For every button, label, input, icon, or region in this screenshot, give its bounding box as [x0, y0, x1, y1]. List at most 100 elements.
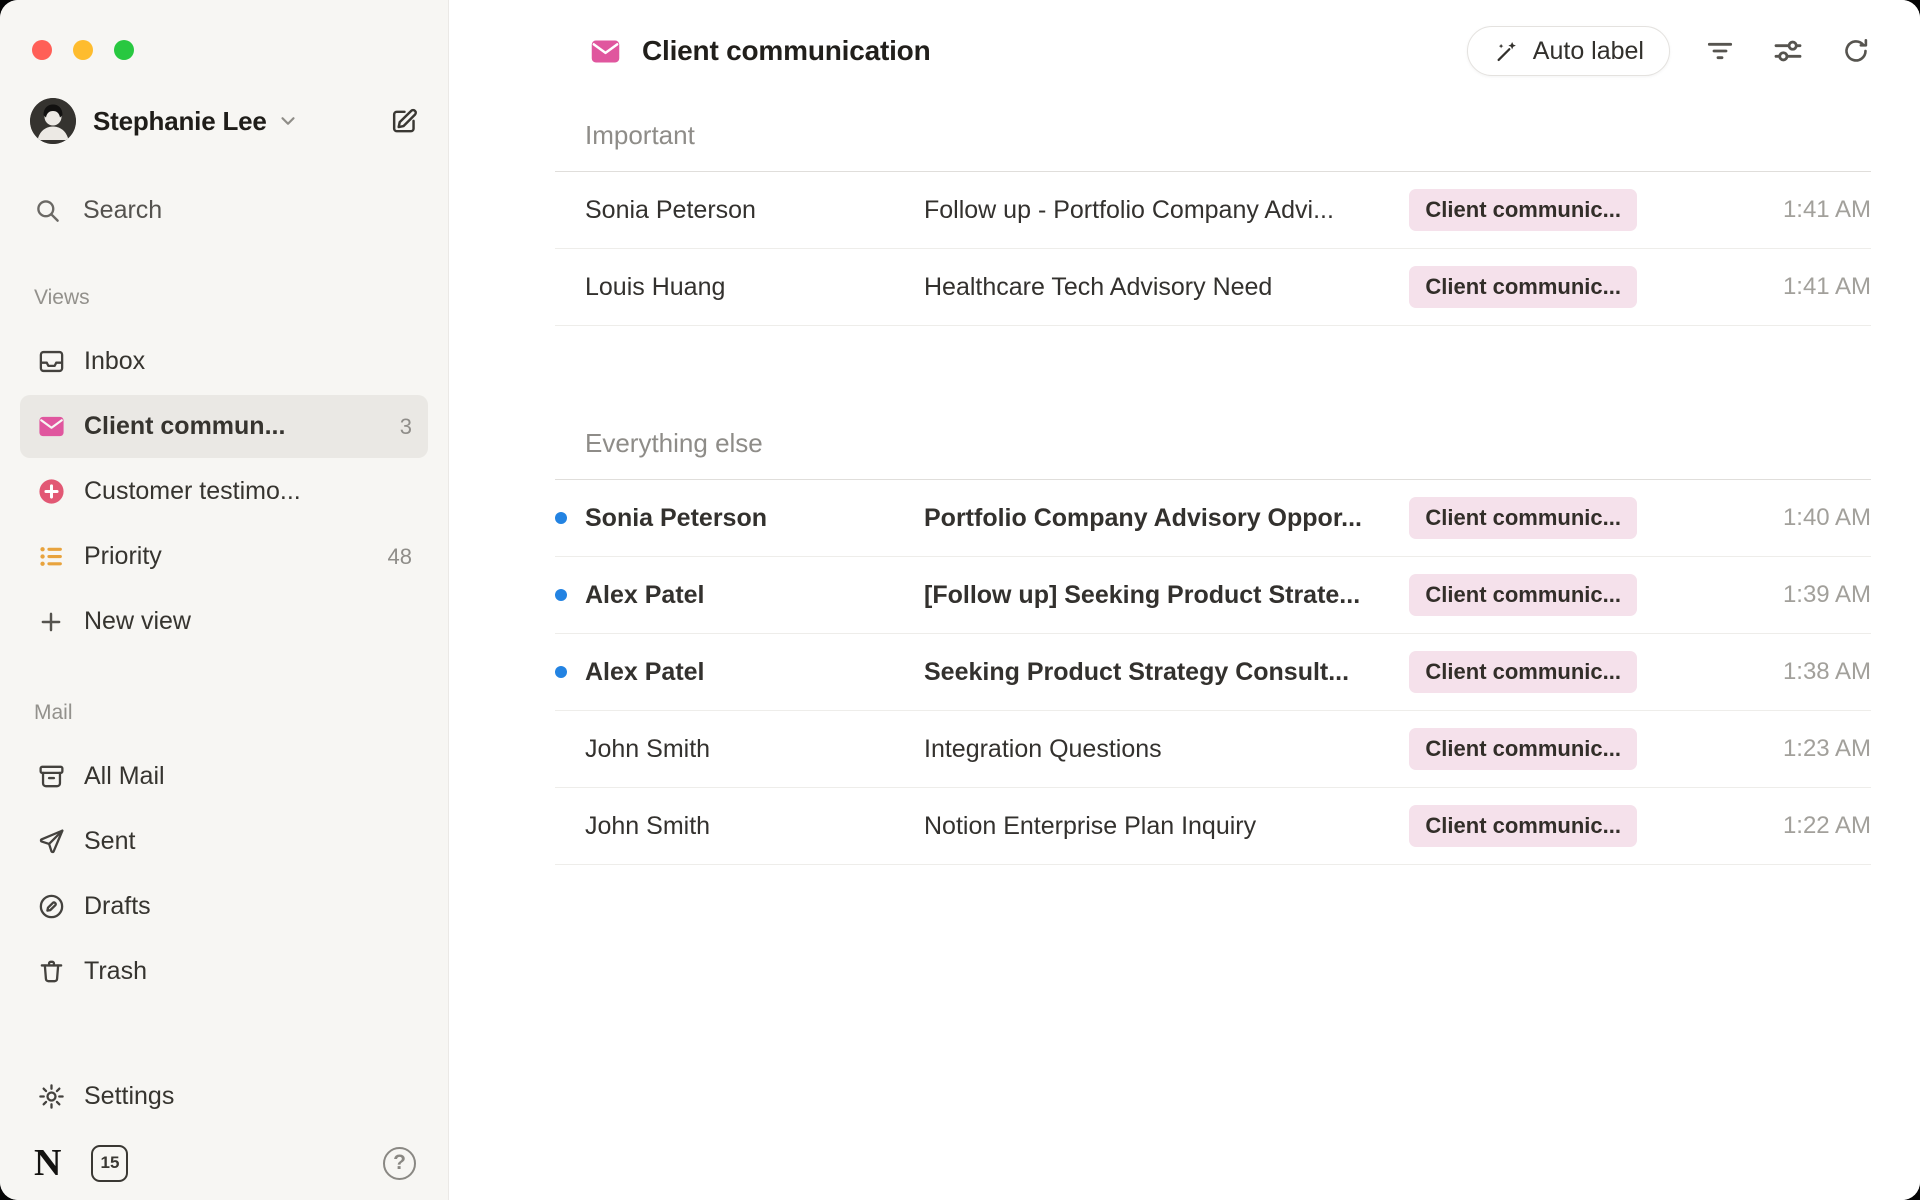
- unread-count-badge: 3: [400, 414, 412, 440]
- view-header: Client communication Auto label: [449, 0, 1920, 76]
- group-everything-else: Everything else Sonia Peterson Portfolio…: [555, 428, 1871, 865]
- email-label-badge[interactable]: Client communic...: [1409, 266, 1637, 308]
- views-nav: Inbox Client commun... 3: [20, 330, 428, 655]
- account-switcher[interactable]: Stephanie Lee: [20, 98, 428, 144]
- sidebar-item-label: Sent: [84, 827, 135, 856]
- email-row[interactable]: Sonia Peterson Follow up - Portfolio Com…: [555, 172, 1871, 249]
- mail-label-icon: [589, 35, 622, 68]
- sidebar-item-trash[interactable]: Trash: [20, 940, 428, 1003]
- sidebar-footer: N 15 ?: [20, 1144, 428, 1200]
- auto-label-button[interactable]: Auto label: [1467, 26, 1670, 76]
- sidebar-item-drafts[interactable]: Drafts: [20, 875, 428, 938]
- email-sender: Sonia Peterson: [585, 504, 924, 533]
- zoom-window-button[interactable]: [114, 40, 134, 60]
- drafts-icon: [36, 892, 66, 922]
- customer-icon: [36, 477, 66, 507]
- header-actions: Auto label: [1467, 26, 1874, 76]
- unread-dot: [555, 589, 567, 601]
- sidebar-item-new-view[interactable]: New view: [20, 590, 428, 653]
- email-label-badge[interactable]: Client communic...: [1409, 189, 1637, 231]
- email-row[interactable]: Louis Huang Healthcare Tech Advisory Nee…: [555, 249, 1871, 326]
- email-time: 1:41 AM: [1665, 196, 1871, 224]
- unread-dot: [555, 512, 567, 524]
- email-label-badge[interactable]: Client communic...: [1409, 497, 1637, 539]
- sidebar-item-all-mail[interactable]: All Mail: [20, 745, 428, 808]
- email-row[interactable]: Alex Patel Seeking Product Strategy Cons…: [555, 634, 1871, 711]
- user-name: Stephanie Lee: [93, 106, 267, 137]
- refresh-button[interactable]: [1838, 33, 1874, 69]
- sidebar-item-label: Trash: [84, 957, 147, 986]
- minimize-window-button[interactable]: [73, 40, 93, 60]
- email-label-badge[interactable]: Client communic...: [1409, 805, 1637, 847]
- group-label: Important: [555, 120, 1871, 151]
- email-subject: [Follow up] Seeking Product Strate...: [924, 581, 1409, 610]
- sidebar-item-sent[interactable]: Sent: [20, 810, 428, 873]
- email-subject: Follow up - Portfolio Company Advi...: [924, 196, 1409, 225]
- email-label-badge[interactable]: Client communic...: [1409, 728, 1637, 770]
- all-mail-icon: [36, 762, 66, 792]
- sidebar-item-label: Inbox: [84, 347, 145, 376]
- email-subject: Integration Questions: [924, 735, 1409, 764]
- view-title-group: Client communication: [589, 35, 930, 68]
- views-section-label: Views: [20, 286, 428, 310]
- email-sender: John Smith: [585, 812, 924, 841]
- email-time: 1:38 AM: [1665, 658, 1871, 686]
- email-time: 1:23 AM: [1665, 735, 1871, 763]
- main-content: Client communication Auto label: [449, 0, 1920, 1200]
- help-icon[interactable]: ?: [383, 1147, 416, 1180]
- search-label: Search: [83, 196, 162, 225]
- email-sender: Sonia Peterson: [585, 196, 924, 225]
- email-time: 1:40 AM: [1665, 504, 1871, 532]
- email-row[interactable]: John Smith Integration Questions Client …: [555, 711, 1871, 788]
- plus-icon: [36, 607, 66, 637]
- mail-section-label: Mail: [20, 701, 428, 725]
- sidebar-item-inbox[interactable]: Inbox: [20, 330, 428, 393]
- gear-icon: [36, 1082, 66, 1112]
- sidebar-item-customer-testimonials[interactable]: Customer testimo...: [20, 460, 428, 523]
- sidebar-item-priority[interactable]: Priority 48: [20, 525, 428, 588]
- email-label-badge[interactable]: Client communic...: [1409, 651, 1637, 693]
- email-list: Important Sonia Peterson Follow up - Por…: [449, 76, 1920, 865]
- priority-icon: [36, 542, 66, 572]
- close-window-button[interactable]: [32, 40, 52, 60]
- email-row[interactable]: Sonia Peterson Portfolio Company Advisor…: [555, 480, 1871, 557]
- email-label-badge[interactable]: Client communic...: [1409, 574, 1637, 616]
- email-subject: Healthcare Tech Advisory Need: [924, 273, 1409, 302]
- search-icon: [34, 197, 61, 224]
- app-window: Stephanie Lee Search Views: [0, 0, 1920, 1200]
- sidebar-item-client-communication[interactable]: Client commun... 3: [20, 395, 428, 458]
- email-subject: Seeking Product Strategy Consult...: [924, 658, 1409, 687]
- filter-icon: [1704, 35, 1736, 67]
- email-row[interactable]: Alex Patel [Follow up] Seeking Product S…: [555, 557, 1871, 634]
- window-controls: [20, 0, 428, 60]
- notion-logo-icon[interactable]: N: [34, 1144, 61, 1182]
- email-time: 1:22 AM: [1665, 812, 1871, 840]
- group-label: Everything else: [555, 428, 1871, 459]
- email-sender: John Smith: [585, 735, 924, 764]
- sidebar-item-label: Client commun...: [84, 412, 285, 441]
- sidebar-item-label: Drafts: [84, 892, 151, 921]
- compose-button[interactable]: [389, 106, 420, 137]
- email-row[interactable]: John Smith Notion Enterprise Plan Inquir…: [555, 788, 1871, 865]
- display-options-button[interactable]: [1770, 33, 1806, 69]
- sidebar-item-label: All Mail: [84, 762, 165, 791]
- trash-icon: [36, 957, 66, 987]
- email-subject: Notion Enterprise Plan Inquiry: [924, 812, 1409, 841]
- sent-icon: [36, 827, 66, 857]
- sliders-icon: [1772, 35, 1804, 67]
- search-button[interactable]: Search: [20, 192, 428, 228]
- group-important: Important Sonia Peterson Follow up - Por…: [555, 120, 1871, 326]
- mail-label-icon: [36, 412, 66, 442]
- email-sender: Alex Patel: [585, 581, 924, 610]
- sidebar: Stephanie Lee Search Views: [0, 0, 449, 1200]
- filter-button[interactable]: [1702, 33, 1738, 69]
- refresh-icon: [1841, 36, 1871, 66]
- auto-label-button-label: Auto label: [1533, 37, 1644, 66]
- page-title: Client communication: [642, 35, 930, 67]
- group-rows: Sonia Peterson Follow up - Portfolio Com…: [555, 171, 1871, 326]
- email-time: 1:39 AM: [1665, 581, 1871, 609]
- email-time: 1:41 AM: [1665, 273, 1871, 301]
- calendar-icon[interactable]: 15: [91, 1145, 128, 1182]
- mail-nav: All Mail Sent Drafts: [20, 745, 428, 1005]
- sidebar-item-settings[interactable]: Settings: [20, 1065, 428, 1128]
